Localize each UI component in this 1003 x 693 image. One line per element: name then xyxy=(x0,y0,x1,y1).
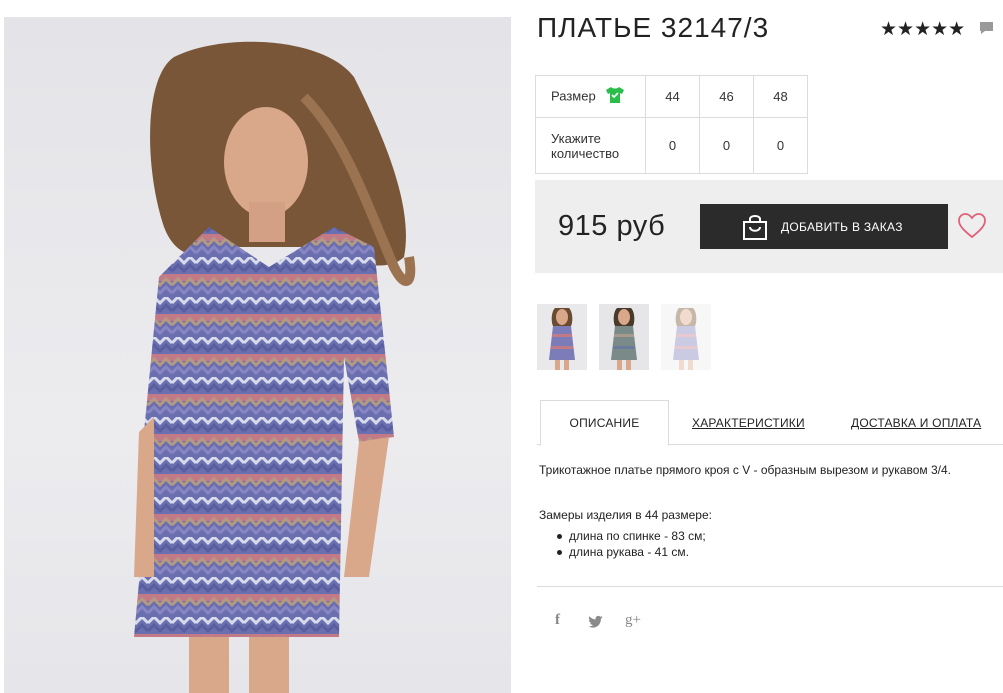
quantity-label-line1: Укажите xyxy=(551,130,601,146)
tab-description[interactable]: ОПИСАНИЕ xyxy=(540,400,669,446)
add-to-order-label: ДОБАВИТЬ В ЗАКАЗ xyxy=(781,219,903,234)
google-plus-icon[interactable]: g+ xyxy=(625,612,641,629)
quantity-input-46[interactable]: 0 xyxy=(699,117,754,174)
measurement-sleeve-length: длина рукава - 41 см. xyxy=(557,544,706,560)
product-tabs: ОПИСАНИЕ ХАРАКТЕРИСТИКИ ДОСТАВКА И ОПЛАТ… xyxy=(537,400,1003,446)
comment-icon[interactable] xyxy=(979,21,994,35)
measurements-list: длина по спинке - 83 см; длина рукава - … xyxy=(557,528,706,560)
size-48[interactable]: 48 xyxy=(753,75,808,118)
size-44[interactable]: 44 xyxy=(645,75,700,118)
tab-characteristics[interactable]: ХАРАКТЕРИСТИКИ xyxy=(692,400,805,445)
rating-stars[interactable]: ★★★★★ xyxy=(880,18,965,41)
thumbnail-1[interactable] xyxy=(537,304,587,370)
measurements-title: Замеры изделия в 44 размере: xyxy=(539,508,712,522)
size-46[interactable]: 46 xyxy=(699,75,754,118)
divider xyxy=(537,586,1003,587)
quantity-input-44[interactable]: 0 xyxy=(645,117,700,174)
heart-icon[interactable] xyxy=(958,213,986,239)
tab-delivery-payment[interactable]: ДОСТАВКА И ОПЛАТА xyxy=(851,400,981,445)
size-label: Размер xyxy=(551,87,596,103)
twitter-icon[interactable] xyxy=(588,615,604,629)
shopping-bag-icon xyxy=(743,215,767,240)
thumbnail-3[interactable] xyxy=(661,304,711,370)
quantity-label-line2: количество xyxy=(551,145,620,161)
thumbnail-2[interactable] xyxy=(599,304,649,370)
main-product-image[interactable] xyxy=(4,17,511,693)
add-to-order-button[interactable]: ДОБАВИТЬ В ЗАКАЗ xyxy=(700,204,948,249)
price-box: 915 руб ДОБАВИТЬ В ЗАКАЗ xyxy=(535,180,1003,273)
product-title: ПЛАТЬЕ 32147/3 xyxy=(537,12,770,43)
size-table: Размер 44 46 48 Укажите количество 0 0 0 xyxy=(535,75,808,174)
quantity-label-cell: Укажите количество xyxy=(535,117,646,174)
size-label-cell: Размер xyxy=(535,75,646,118)
price: 915 руб xyxy=(558,210,666,242)
quantity-input-48[interactable]: 0 xyxy=(753,117,808,174)
facebook-icon[interactable]: f xyxy=(555,612,560,629)
size-chart-icon[interactable] xyxy=(605,86,625,104)
measurement-back-length: длина по спинке - 83 см; xyxy=(557,528,706,544)
description-text: Трикотажное платье прямого кроя с V - об… xyxy=(539,463,951,477)
